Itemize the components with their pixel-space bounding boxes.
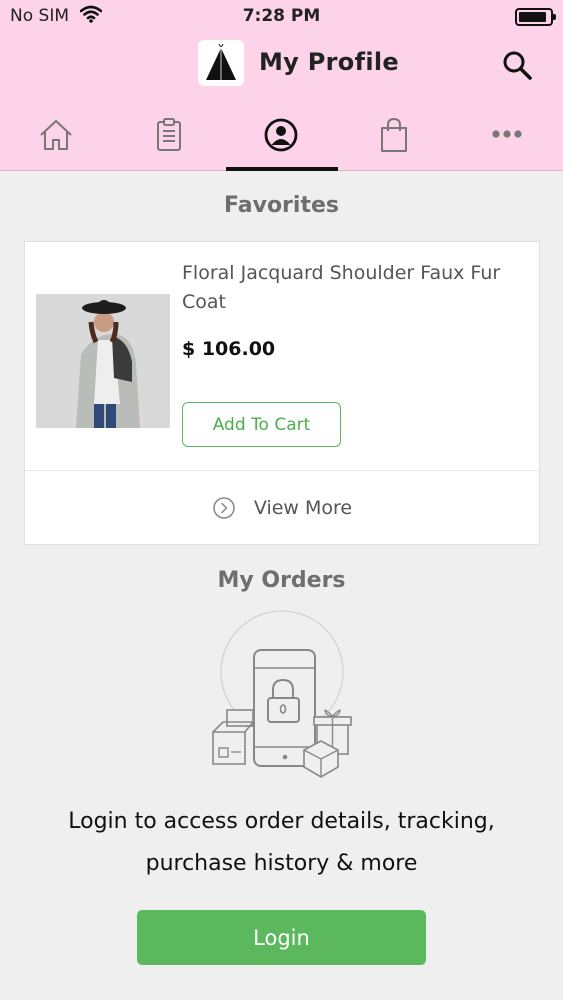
app-header: No SIM 7:28 PM My Profile: [0, 0, 563, 171]
title-bar: My Profile: [0, 40, 563, 88]
view-more-label: View More: [253, 497, 353, 519]
tab-orders[interactable]: [113, 108, 225, 171]
login-message: Login to access order details, tracking,…: [0, 801, 563, 885]
shopping-bag-icon: [381, 117, 407, 152]
tab-bar: [0, 108, 563, 171]
favorite-product-card: Floral Jacquard Shoulder Faux Fur Coat $…: [24, 241, 540, 545]
login-message-line2: purchase history & more: [145, 851, 418, 876]
tab-more[interactable]: [451, 108, 563, 171]
product-price: $ 106.00: [182, 338, 276, 360]
battery-fill: [519, 12, 546, 22]
tab-home[interactable]: [0, 108, 112, 171]
tab-bag[interactable]: [338, 108, 450, 171]
chevron-right-circle-icon: [213, 497, 235, 519]
search-button[interactable]: [499, 48, 535, 84]
favorites-title: Favorites: [224, 193, 339, 218]
profile-icon: [264, 118, 298, 152]
view-more-button[interactable]: View More: [25, 471, 539, 545]
page-title: My Profile: [259, 48, 399, 76]
tab-profile[interactable]: [225, 108, 338, 171]
home-icon: [40, 120, 72, 150]
login-message-line1: Login to access order details, tracking,: [68, 809, 495, 834]
brand-logo: [198, 40, 244, 86]
more-icon: [492, 130, 522, 138]
product-name[interactable]: Floral Jacquard Shoulder Faux Fur Coat: [182, 259, 502, 317]
clock: 7:28 PM: [242, 6, 321, 26]
login-button[interactable]: Login: [137, 910, 426, 965]
status-bar: No SIM 7:28 PM: [0, 4, 563, 30]
product-image[interactable]: [36, 294, 170, 428]
battery-icon: [515, 8, 556, 26]
add-to-cart-button[interactable]: Add To Cart: [182, 402, 341, 447]
clipboard-icon: [157, 118, 181, 151]
search-icon: [503, 51, 532, 80]
locked-orders-illustration: [205, 610, 365, 785]
my-orders-title: My Orders: [217, 568, 346, 593]
